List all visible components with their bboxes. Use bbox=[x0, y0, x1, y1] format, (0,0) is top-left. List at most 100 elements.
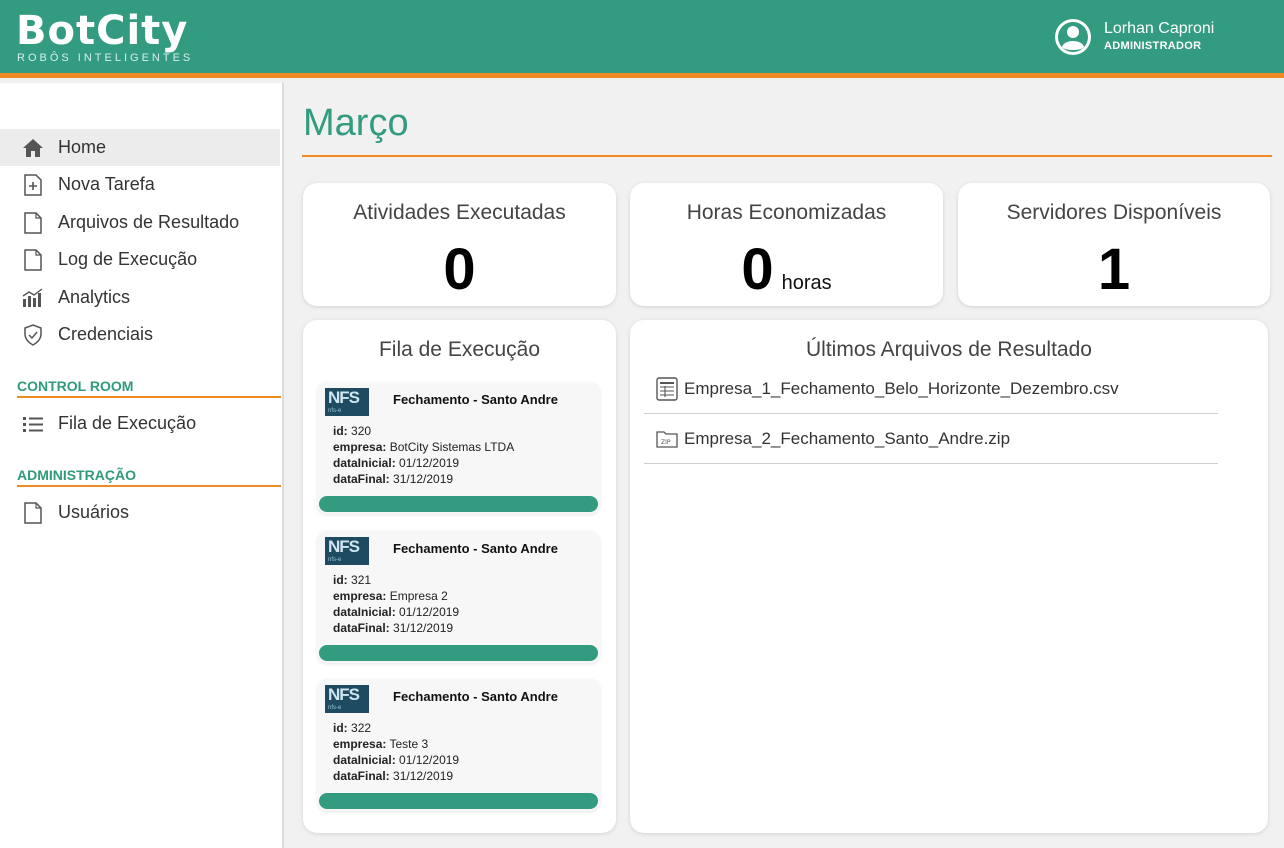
zip-file-icon: ZIP bbox=[656, 430, 678, 448]
queue-item-fields: id: 322 empresa: Teste 3 dataInicial: 01… bbox=[333, 720, 459, 784]
stat-card-horas: Horas Economizadas 0 horas bbox=[630, 183, 943, 306]
field-label: empresa: bbox=[333, 589, 387, 603]
sidebar-item-label: Usuários bbox=[58, 502, 130, 522]
stat-value: 0 bbox=[303, 235, 616, 305]
result-files-panel: Últimos Arquivos de Resultado Empresa_1_… bbox=[630, 320, 1268, 833]
queue-item-data-final: 31/12/2019 bbox=[393, 621, 454, 635]
file-icon bbox=[21, 248, 45, 272]
file-name: Empresa_2_Fechamento_Santo_Andre.zip bbox=[684, 428, 1011, 448]
file-icon bbox=[21, 501, 45, 525]
nfs-logo-text: NFS bbox=[328, 537, 360, 556]
sidebar-item-nova-tarefa[interactable]: Nova Tarefa bbox=[0, 166, 280, 203]
nfs-logo-text: NFS bbox=[328, 685, 360, 704]
queue-item-fields: id: 321 empresa: Empresa 2 dataInicial: … bbox=[333, 572, 459, 636]
sidebar-item-label: Nova Tarefa bbox=[58, 174, 155, 194]
queue-panel: Fila de Execução NFS nfs-e Fechamento - S… bbox=[303, 320, 616, 833]
queue-item-data-inicial: 01/12/2019 bbox=[399, 456, 460, 470]
queue-item-empresa: BotCity Sistemas LTDA bbox=[389, 440, 515, 454]
user-role: ADMINISTRADOR bbox=[1104, 40, 1202, 52]
result-files-panel-title: Últimos Arquivos de Resultado bbox=[806, 338, 1092, 361]
title-divider bbox=[302, 155, 1272, 157]
sidebar-item-usuarios[interactable]: Usuários bbox=[0, 494, 280, 531]
queue-item-data-inicial: 01/12/2019 bbox=[399, 605, 460, 619]
field-label: dataFinal: bbox=[333, 621, 390, 635]
queue-item-title: Fechamento - Santo Andre bbox=[393, 689, 558, 704]
botcity-logo[interactable]: BotCity ROBÔS INTELIGENTES bbox=[16, 10, 193, 64]
stat-value: 0 horas bbox=[630, 235, 943, 318]
logo-wordmark: BotCity bbox=[16, 8, 189, 54]
sidebar-item-arquivos-de-resultado[interactable]: Arquivos de Resultado bbox=[0, 204, 280, 241]
file-row[interactable]: ZIP Empresa_2_Fechamento_Santo_Andre.zip bbox=[644, 414, 1218, 464]
queue-item-data-final: 31/12/2019 bbox=[393, 769, 454, 783]
sidebar-item-label: Home bbox=[58, 137, 107, 157]
field-label: empresa: bbox=[333, 737, 387, 751]
user-avatar-icon bbox=[1055, 19, 1091, 55]
stat-value: 1 bbox=[958, 235, 1270, 305]
stat-card-atividades: Atividades Executadas 0 bbox=[303, 183, 616, 306]
user-menu[interactable]: Lorhan Caproni ADMINISTRADOR bbox=[1054, 18, 1214, 56]
field-label: id: bbox=[333, 424, 348, 438]
queue-item-id: 322 bbox=[351, 721, 372, 735]
queue-item-fields: id: 320 empresa: BotCity Sistemas LTDA d… bbox=[333, 423, 514, 487]
field-label: empresa: bbox=[333, 440, 387, 454]
queue-item-id: 320 bbox=[351, 424, 372, 438]
nfs-logo: NFS nfs-e bbox=[325, 388, 369, 416]
field-label: dataInicial: bbox=[333, 456, 396, 470]
stat-label: Horas Economizadas bbox=[686, 201, 887, 224]
svg-text:ZIP: ZIP bbox=[661, 439, 671, 446]
queue-item-data-inicial: 01/12/2019 bbox=[399, 753, 460, 767]
nfs-logo: NFS nfs-e bbox=[325, 685, 369, 713]
queue-item[interactable]: NFS nfs-e Fechamento - Santo Andre id: 32… bbox=[317, 679, 600, 811]
queue-item[interactable]: NFS nfs-e Fechamento - Santo Andre id: 32… bbox=[317, 382, 600, 514]
nfs-logo-subtext: nfs-e bbox=[328, 408, 342, 414]
shield-icon bbox=[21, 323, 45, 347]
queue-item-progress-bar bbox=[319, 496, 598, 512]
sidebar-item-fila-de-execucao[interactable]: Fila de Execução bbox=[0, 405, 280, 442]
queue-item[interactable]: NFS nfs-e Fechamento - Santo Andre id: 32… bbox=[317, 531, 600, 663]
queue-item-empresa: Empresa 2 bbox=[389, 589, 448, 603]
sidebar-item-label: Log de Execução bbox=[58, 249, 198, 269]
queue-item-progress-bar bbox=[319, 793, 598, 809]
home-icon bbox=[21, 136, 45, 160]
queue-panel-title: Fila de Execução bbox=[378, 338, 541, 361]
stat-unit: horas bbox=[781, 272, 832, 294]
file-plus-icon bbox=[21, 173, 45, 197]
field-label: dataFinal: bbox=[333, 769, 390, 783]
nfs-logo-subtext: nfs-e bbox=[328, 705, 342, 711]
sidebar-item-label: Arquivos de Resultado bbox=[58, 212, 240, 232]
stat-number: 0 bbox=[741, 237, 774, 302]
sidebar: Home Nova Tarefa Arquivos de Resultado L… bbox=[0, 83, 284, 848]
field-label: dataFinal: bbox=[333, 472, 390, 486]
file-row[interactable]: Empresa_1_Fechamento_Belo_Horizonte_Deze… bbox=[644, 364, 1218, 414]
file-icon bbox=[21, 211, 45, 235]
queue-item-empresa: Teste 3 bbox=[389, 737, 429, 751]
sidebar-item-label: Credenciais bbox=[58, 324, 154, 344]
stat-number: 0 bbox=[443, 237, 476, 302]
logo-tagline: ROBÔS INTELIGENTES bbox=[17, 52, 194, 64]
sidebar-item-label: Analytics bbox=[58, 287, 131, 307]
stat-label: Servidores Disponíveis bbox=[1006, 201, 1222, 224]
queue-item-title: Fechamento - Santo Andre bbox=[393, 392, 558, 407]
bar-chart-icon bbox=[21, 286, 45, 310]
user-name: Lorhan Caproni bbox=[1104, 20, 1215, 37]
sidebar-item-analytics[interactable]: Analytics bbox=[0, 279, 280, 316]
nfs-logo: NFS nfs-e bbox=[325, 537, 369, 565]
file-name: Empresa_1_Fechamento_Belo_Horizonte_Deze… bbox=[684, 378, 1119, 398]
section-title-control-room: CONTROL ROOM bbox=[17, 378, 281, 398]
queue-item-title: Fechamento - Santo Andre bbox=[393, 541, 558, 556]
list-icon bbox=[21, 412, 45, 436]
queue-item-data-final: 31/12/2019 bbox=[393, 472, 454, 486]
sidebar-item-log-de-execucao[interactable]: Log de Execução bbox=[0, 241, 280, 278]
spreadsheet-file-icon bbox=[656, 376, 678, 401]
nfs-logo-text: NFS bbox=[328, 388, 360, 407]
section-title-administracao: ADMINISTRAÇÃO bbox=[17, 467, 281, 487]
nfs-logo-subtext: nfs-e bbox=[328, 557, 342, 563]
field-label: id: bbox=[333, 573, 348, 587]
sidebar-item-credenciais[interactable]: Credenciais bbox=[0, 316, 280, 353]
top-bar: BotCity ROBÔS INTELIGENTES Lorhan Capron… bbox=[0, 0, 1284, 78]
field-label: dataInicial: bbox=[333, 753, 396, 767]
sidebar-item-home[interactable]: Home bbox=[0, 129, 280, 166]
field-label: id: bbox=[333, 721, 348, 735]
stat-number: 1 bbox=[1097, 237, 1131, 302]
stat-label: Atividades Executadas bbox=[353, 201, 566, 224]
